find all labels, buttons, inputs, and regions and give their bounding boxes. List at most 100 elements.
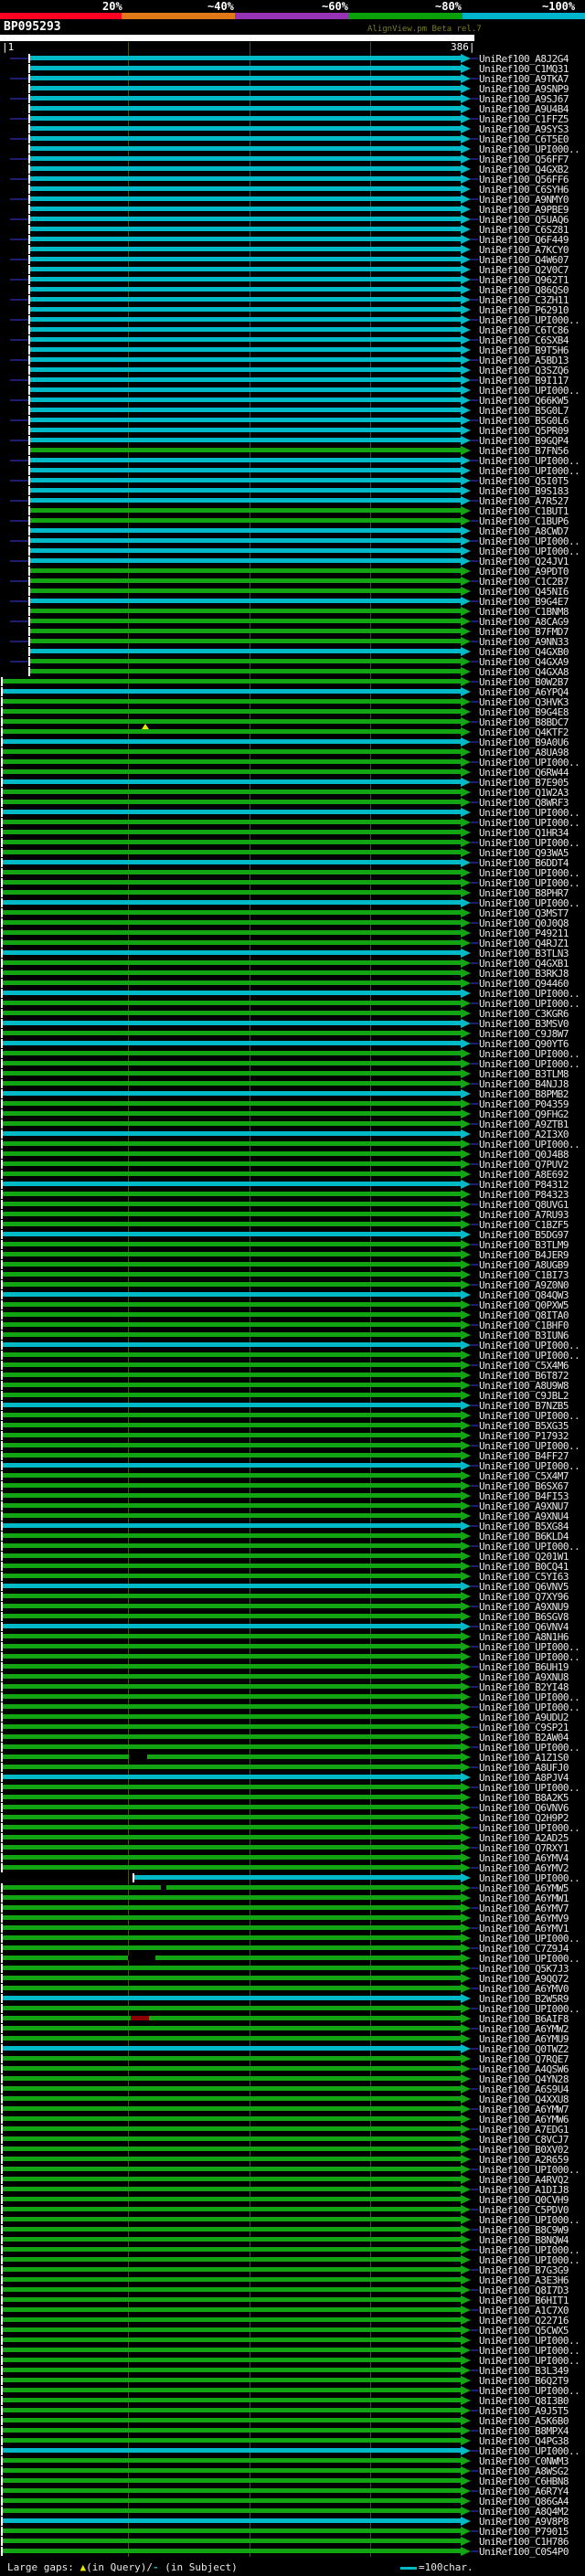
alignment-bar[interactable] <box>3 2539 461 2543</box>
alignment-bar[interactable] <box>3 1232 461 1236</box>
alignment-bar[interactable] <box>3 749 461 754</box>
alignment-bar[interactable] <box>3 2247 461 2252</box>
alignment-bar[interactable] <box>30 317 461 322</box>
alignment-bar[interactable] <box>3 1272 461 1277</box>
alignment-bar[interactable] <box>3 1473 461 1478</box>
alignment-bar[interactable] <box>3 1182 461 1186</box>
alignment-bar[interactable] <box>3 2277 461 2282</box>
alignment-bar[interactable] <box>3 2096 461 2101</box>
alignment-bar[interactable] <box>3 2428 461 2433</box>
alignment-bar[interactable] <box>3 1533 461 1538</box>
alignment-bar[interactable] <box>3 1242 461 1246</box>
alignment-bar[interactable] <box>3 2488 461 2493</box>
alignment-bar[interactable] <box>3 2106 461 2111</box>
alignment-bar[interactable] <box>3 2026 461 2030</box>
alignment-bar[interactable] <box>3 1986 461 1990</box>
alignment-bar[interactable] <box>30 458 461 462</box>
alignment-bar[interactable] <box>3 1523 461 1528</box>
alignment-bar[interactable] <box>3 2237 461 2242</box>
alignment-bar[interactable] <box>30 528 461 533</box>
alignment-bar[interactable] <box>3 1935 461 1940</box>
alignment-bar[interactable] <box>3 2528 461 2533</box>
alignment-bar[interactable] <box>3 1433 461 1437</box>
alignment-bar[interactable] <box>3 2177 461 2181</box>
alignment-bar[interactable] <box>3 779 461 784</box>
alignment-bar[interactable] <box>3 709 461 714</box>
alignment-bar[interactable] <box>30 176 461 181</box>
alignment-bar[interactable] <box>3 699 461 704</box>
alignment-bar[interactable] <box>3 1322 461 1327</box>
alignment-bar[interactable] <box>3 870 461 875</box>
alignment-bar[interactable] <box>3 1493 461 1498</box>
alignment-bar[interactable] <box>3 1574 461 1578</box>
alignment-bar[interactable] <box>30 217 461 221</box>
alignment-bar[interactable] <box>3 2076 461 2081</box>
alignment-bar[interactable] <box>3 2508 461 2513</box>
alignment-bar[interactable] <box>3 960 461 965</box>
alignment-bar[interactable] <box>3 1051 461 1055</box>
alignment-bar[interactable] <box>3 1654 461 1659</box>
alignment-bar[interactable] <box>3 981 461 985</box>
alignment-bar[interactable] <box>3 1011 461 1015</box>
alignment-bar[interactable] <box>3 1805 461 1809</box>
alignment-bar[interactable] <box>30 166 461 171</box>
alignment-bar[interactable] <box>3 1925 461 1930</box>
alignment-bar[interactable] <box>3 769 461 774</box>
alignment-bar[interactable] <box>3 729 461 734</box>
alignment-bar[interactable] <box>3 1503 461 1508</box>
alignment-bar[interactable] <box>30 649 461 653</box>
alignment-bar[interactable] <box>3 1302 461 1307</box>
alignment-bar[interactable] <box>3 2458 461 2463</box>
alignment-bar[interactable] <box>3 1734 461 1739</box>
alignment-bar[interactable] <box>3 1614 461 1618</box>
alignment-bar[interactable] <box>3 739 461 744</box>
alignment-bar[interactable] <box>30 106 461 111</box>
alignment-bar[interactable] <box>30 327 461 332</box>
alignment-bar[interactable] <box>30 207 461 211</box>
alignment-bar[interactable] <box>30 478 461 482</box>
alignment-bar[interactable] <box>3 880 461 885</box>
alignment-bar[interactable] <box>3 2197 461 2201</box>
alignment-bar[interactable] <box>3 1553 461 1558</box>
alignment-bar[interactable] <box>3 1664 461 1669</box>
alignment-bar[interactable] <box>3 860 461 864</box>
alignment-bar[interactable] <box>3 1564 461 1568</box>
alignment-bar[interactable] <box>3 1081 461 1086</box>
alignment-bar[interactable] <box>3 1604 461 1608</box>
alignment-bar[interactable] <box>30 76 461 80</box>
alignment-bar[interactable] <box>3 1403 461 1407</box>
alignment-bar[interactable] <box>3 820 461 824</box>
alignment-bar[interactable] <box>3 1021 461 1025</box>
alignment-bar[interactable] <box>3 1121 461 1126</box>
alignment-bar[interactable] <box>3 1141 461 1146</box>
alignment-bar[interactable] <box>30 659 461 663</box>
alignment-bar[interactable] <box>3 1885 461 1890</box>
alignment-bar[interactable] <box>3 2348 461 2352</box>
alignment-bar[interactable] <box>3 1091 461 1096</box>
alignment-bar[interactable] <box>30 548 461 553</box>
alignment-bar[interactable] <box>3 2518 461 2523</box>
alignment-bar[interactable] <box>3 800 461 804</box>
alignment-bar[interactable] <box>3 1724 461 1729</box>
alignment-bar[interactable] <box>3 1061 461 1065</box>
alignment-bar[interactable] <box>30 629 461 633</box>
alignment-bar[interactable] <box>30 669 461 673</box>
alignment-bar[interactable] <box>3 1765 461 1769</box>
alignment-bar[interactable] <box>30 578 461 583</box>
alignment-bar[interactable] <box>3 1292 461 1297</box>
alignment-bar[interactable] <box>30 568 461 573</box>
alignment-bar[interactable] <box>3 2006 461 2010</box>
alignment-bar[interactable] <box>3 1202 461 1206</box>
alignment-bar[interactable] <box>3 1694 461 1699</box>
alignment-bar[interactable] <box>3 1071 461 1076</box>
alignment-bar[interactable] <box>3 2227 461 2231</box>
alignment-bar[interactable] <box>3 1855 461 1860</box>
alignment-bar[interactable] <box>30 558 461 563</box>
alignment-bar[interactable] <box>30 367 461 372</box>
alignment-bar[interactable] <box>3 1041 461 1045</box>
alignment-bar[interactable] <box>3 1905 461 1910</box>
alignment-bar[interactable] <box>30 247 461 251</box>
alignment-bar[interactable] <box>30 267 461 271</box>
alignment-bar[interactable] <box>30 518 461 523</box>
alignment-bar[interactable] <box>3 1543 461 1548</box>
